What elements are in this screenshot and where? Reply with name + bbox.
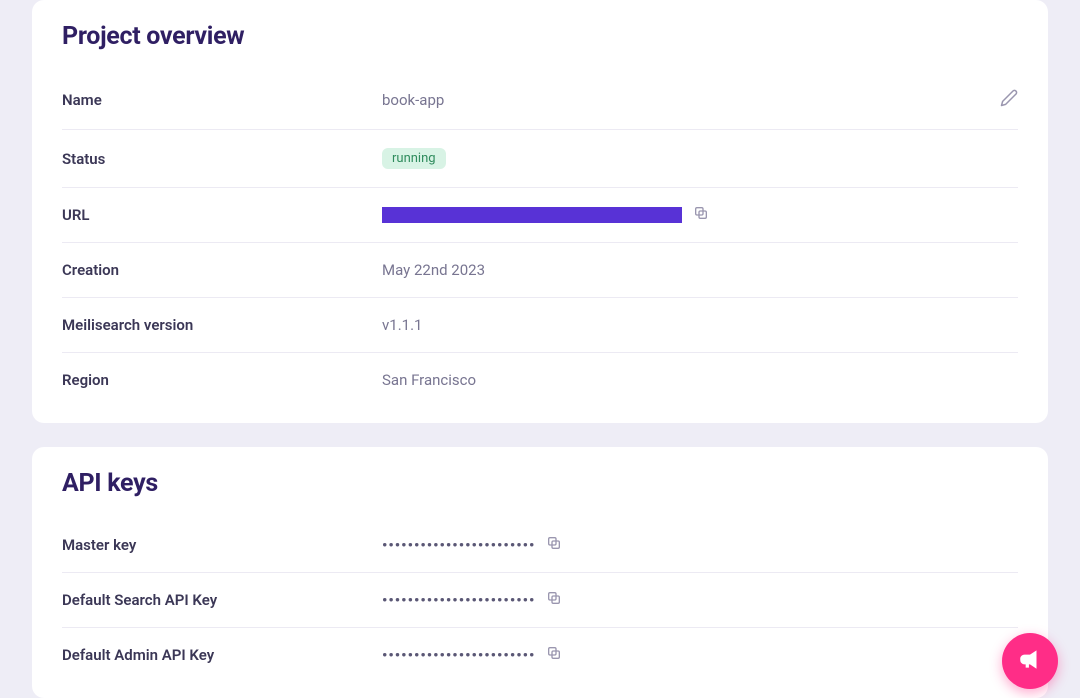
copy-icon [546,535,562,555]
copy-icon [546,645,562,665]
status-badge: running [382,148,446,169]
pencil-icon [1000,89,1018,111]
region-value: San Francisco [382,371,1018,389]
search-key-label: Default Search API Key [62,591,382,609]
copy-url-button[interactable] [692,206,710,224]
name-label: Name [62,91,382,109]
search-key-value: •••••••••••••••••••••••• [382,591,535,609]
master-key-label: Master key [62,536,382,554]
row-search-key: Default Search API Key •••••••••••••••••… [62,573,1018,628]
creation-label: Creation [62,261,382,279]
url-value-redacted [382,207,682,223]
copy-icon [546,590,562,610]
admin-key-label: Default Admin API Key [62,646,382,664]
name-value: book-app [382,91,1000,109]
version-label: Meilisearch version [62,316,382,334]
row-url: URL [62,188,1018,243]
help-fab-button[interactable] [1002,633,1058,689]
copy-master-key-button[interactable] [545,536,563,554]
edit-name-button[interactable] [1000,89,1018,111]
creation-value: May 22nd 2023 [382,261,1018,279]
status-label: Status [62,150,382,168]
project-overview-card: Project overview Name book-app Status ru… [32,0,1048,423]
api-keys-card: API keys Master key ••••••••••••••••••••… [32,447,1048,698]
copy-admin-key-button[interactable] [545,646,563,664]
row-version: Meilisearch version v1.1.1 [62,298,1018,353]
project-overview-title: Project overview [62,22,1018,51]
copy-icon [693,205,709,225]
row-creation: Creation May 22nd 2023 [62,243,1018,298]
row-master-key: Master key •••••••••••••••••••••••• [62,518,1018,573]
row-status: Status running [62,130,1018,188]
admin-key-value: •••••••••••••••••••••••• [382,646,535,664]
row-admin-key: Default Admin API Key ••••••••••••••••••… [62,628,1018,668]
row-region: Region San Francisco [62,353,1018,393]
megaphone-icon [1017,646,1043,676]
master-key-value: •••••••••••••••••••••••• [382,536,535,554]
row-name: Name book-app [62,71,1018,130]
copy-search-key-button[interactable] [545,591,563,609]
version-value: v1.1.1 [382,316,1018,334]
url-label: URL [62,206,382,224]
api-keys-title: API keys [62,469,1018,498]
region-label: Region [62,371,382,389]
